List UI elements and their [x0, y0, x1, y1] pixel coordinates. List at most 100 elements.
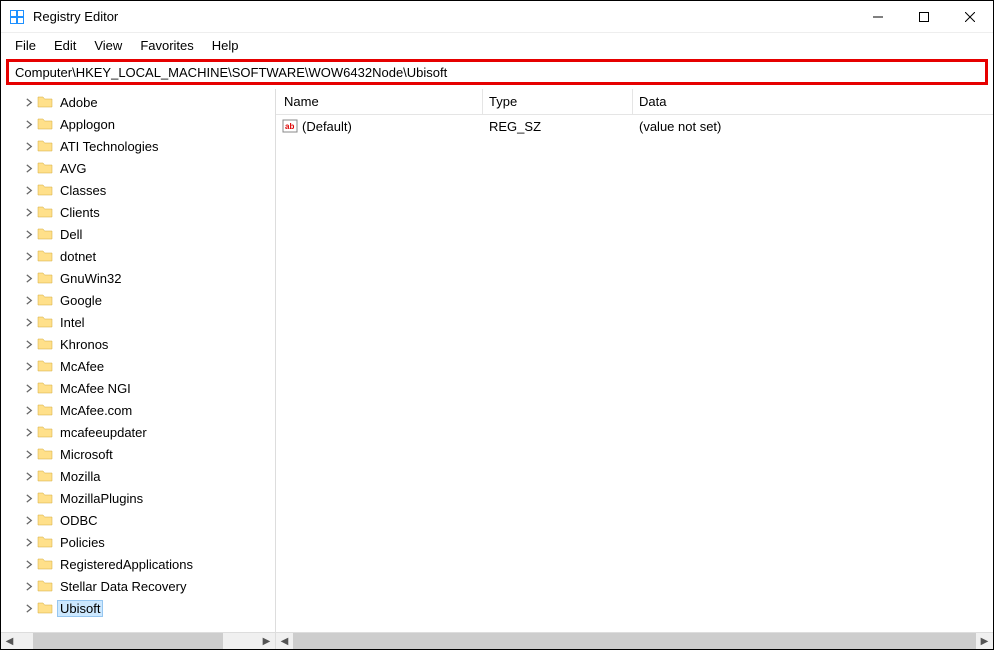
chevron-right-icon[interactable]	[21, 208, 37, 217]
chevron-right-icon[interactable]	[21, 494, 37, 503]
tree-item-label: Khronos	[57, 336, 111, 353]
chevron-right-icon[interactable]	[21, 120, 37, 129]
chevron-right-icon[interactable]	[21, 450, 37, 459]
tree-item[interactable]: Adobe	[1, 91, 275, 113]
tree-item-label: mcafeeupdater	[57, 424, 150, 441]
titlebar: Registry Editor	[1, 1, 993, 33]
chevron-right-icon[interactable]	[21, 142, 37, 151]
value-data-cell: (value not set)	[633, 119, 993, 134]
chevron-right-icon[interactable]	[21, 296, 37, 305]
tree-item[interactable]: Microsoft	[1, 443, 275, 465]
tree-item-label: Dell	[57, 226, 85, 243]
chevron-right-icon[interactable]	[21, 384, 37, 393]
menu-favorites[interactable]: Favorites	[132, 36, 201, 55]
values-header: Name Type Data	[276, 89, 993, 115]
maximize-button[interactable]	[901, 1, 947, 33]
tree-item-label: McAfee.com	[57, 402, 135, 419]
tree-item-label: ATI Technologies	[57, 138, 162, 155]
menu-help[interactable]: Help	[204, 36, 247, 55]
folder-icon	[37, 490, 53, 506]
tree-item[interactable]: AVG	[1, 157, 275, 179]
value-name-cell: (Default)	[276, 118, 483, 134]
scroll-left-icon[interactable]: ◀	[1, 633, 18, 649]
scroll-right-icon[interactable]: ▶	[258, 633, 275, 649]
folder-icon	[37, 116, 53, 132]
chevron-right-icon	[21, 560, 37, 569]
chevron-right-icon[interactable]	[21, 340, 37, 349]
column-header-name[interactable]: Name	[276, 89, 483, 114]
folder-icon	[37, 578, 53, 594]
values-pane: Name Type Data (Default)REG_SZ(value not…	[276, 89, 993, 649]
tree-item-label: Microsoft	[57, 446, 116, 463]
folder-icon	[37, 402, 53, 418]
value-row[interactable]: (Default)REG_SZ(value not set)	[276, 115, 993, 137]
tree-item[interactable]: McAfee	[1, 355, 275, 377]
chevron-right-icon[interactable]	[21, 252, 37, 261]
tree-item[interactable]: Policies	[1, 531, 275, 553]
tree-item-label: Clients	[57, 204, 103, 221]
chevron-right-icon[interactable]	[21, 274, 37, 283]
chevron-right-icon[interactable]	[21, 516, 37, 525]
folder-icon	[37, 292, 53, 308]
tree-item[interactable]: McAfee.com	[1, 399, 275, 421]
tree-item-label: Google	[57, 292, 105, 309]
tree-item[interactable]: MozillaPlugins	[1, 487, 275, 509]
chevron-right-icon[interactable]	[21, 98, 37, 107]
tree-item[interactable]: ODBC	[1, 509, 275, 531]
tree-item[interactable]: dotnet	[1, 245, 275, 267]
scroll-thumb[interactable]	[293, 633, 976, 649]
folder-icon	[37, 138, 53, 154]
minimize-button[interactable]	[855, 1, 901, 33]
folder-icon	[37, 600, 53, 616]
values-hscrollbar[interactable]: ◀ ▶	[276, 632, 993, 649]
address-bar[interactable]: Computer\HKEY_LOCAL_MACHINE\SOFTWARE\WOW…	[6, 59, 988, 85]
tree-item[interactable]: GnuWin32	[1, 267, 275, 289]
tree-item[interactable]: Ubisoft	[1, 597, 275, 619]
tree-item[interactable]: McAfee NGI	[1, 377, 275, 399]
chevron-right-icon[interactable]	[21, 362, 37, 371]
column-header-type[interactable]: Type	[483, 89, 633, 114]
column-header-data[interactable]: Data	[633, 89, 993, 114]
chevron-right-icon[interactable]	[21, 428, 37, 437]
chevron-right-icon[interactable]	[21, 538, 37, 547]
chevron-right-icon[interactable]	[21, 186, 37, 195]
tree-item[interactable]: ATI Technologies	[1, 135, 275, 157]
tree-item[interactable]: Khronos	[1, 333, 275, 355]
tree-item[interactable]: Dell	[1, 223, 275, 245]
scroll-right-icon[interactable]: ▶	[976, 633, 993, 649]
address-text: Computer\HKEY_LOCAL_MACHINE\SOFTWARE\WOW…	[15, 65, 447, 80]
chevron-right-icon[interactable]	[21, 230, 37, 239]
tree-item[interactable]: Applogon	[1, 113, 275, 135]
folder-icon	[37, 94, 53, 110]
chevron-right-icon[interactable]	[21, 318, 37, 327]
window-title: Registry Editor	[33, 9, 855, 24]
scroll-track[interactable]	[293, 633, 976, 649]
tree-item[interactable]: mcafeeupdater	[1, 421, 275, 443]
string-value-icon	[282, 118, 298, 134]
tree-item[interactable]: Google	[1, 289, 275, 311]
menu-view[interactable]: View	[86, 36, 130, 55]
tree-item-label: Ubisoft	[57, 600, 103, 617]
tree-item[interactable]: Intel	[1, 311, 275, 333]
tree-item[interactable]: RegisteredApplications	[1, 553, 275, 575]
chevron-right-icon	[21, 406, 37, 415]
tree-item[interactable]: Mozilla	[1, 465, 275, 487]
menubar: File Edit View Favorites Help	[1, 33, 993, 57]
scroll-thumb[interactable]	[33, 633, 223, 649]
chevron-right-icon[interactable]	[21, 472, 37, 481]
menu-edit[interactable]: Edit	[46, 36, 84, 55]
chevron-right-icon[interactable]	[21, 164, 37, 173]
tree-item[interactable]: Clients	[1, 201, 275, 223]
menu-file[interactable]: File	[7, 36, 44, 55]
tree-item-label: MozillaPlugins	[57, 490, 146, 507]
tree-item-label: Policies	[57, 534, 108, 551]
scroll-left-icon[interactable]: ◀	[276, 633, 293, 649]
tree-hscrollbar[interactable]: ◀ ▶	[1, 632, 275, 649]
tree-item-label: Applogon	[57, 116, 118, 133]
tree-item[interactable]: Classes	[1, 179, 275, 201]
close-button[interactable]	[947, 1, 993, 33]
tree-item[interactable]: Stellar Data Recovery	[1, 575, 275, 597]
tree-item-label: Stellar Data Recovery	[57, 578, 189, 595]
chevron-right-icon	[21, 604, 37, 613]
scroll-track[interactable]	[18, 633, 258, 649]
